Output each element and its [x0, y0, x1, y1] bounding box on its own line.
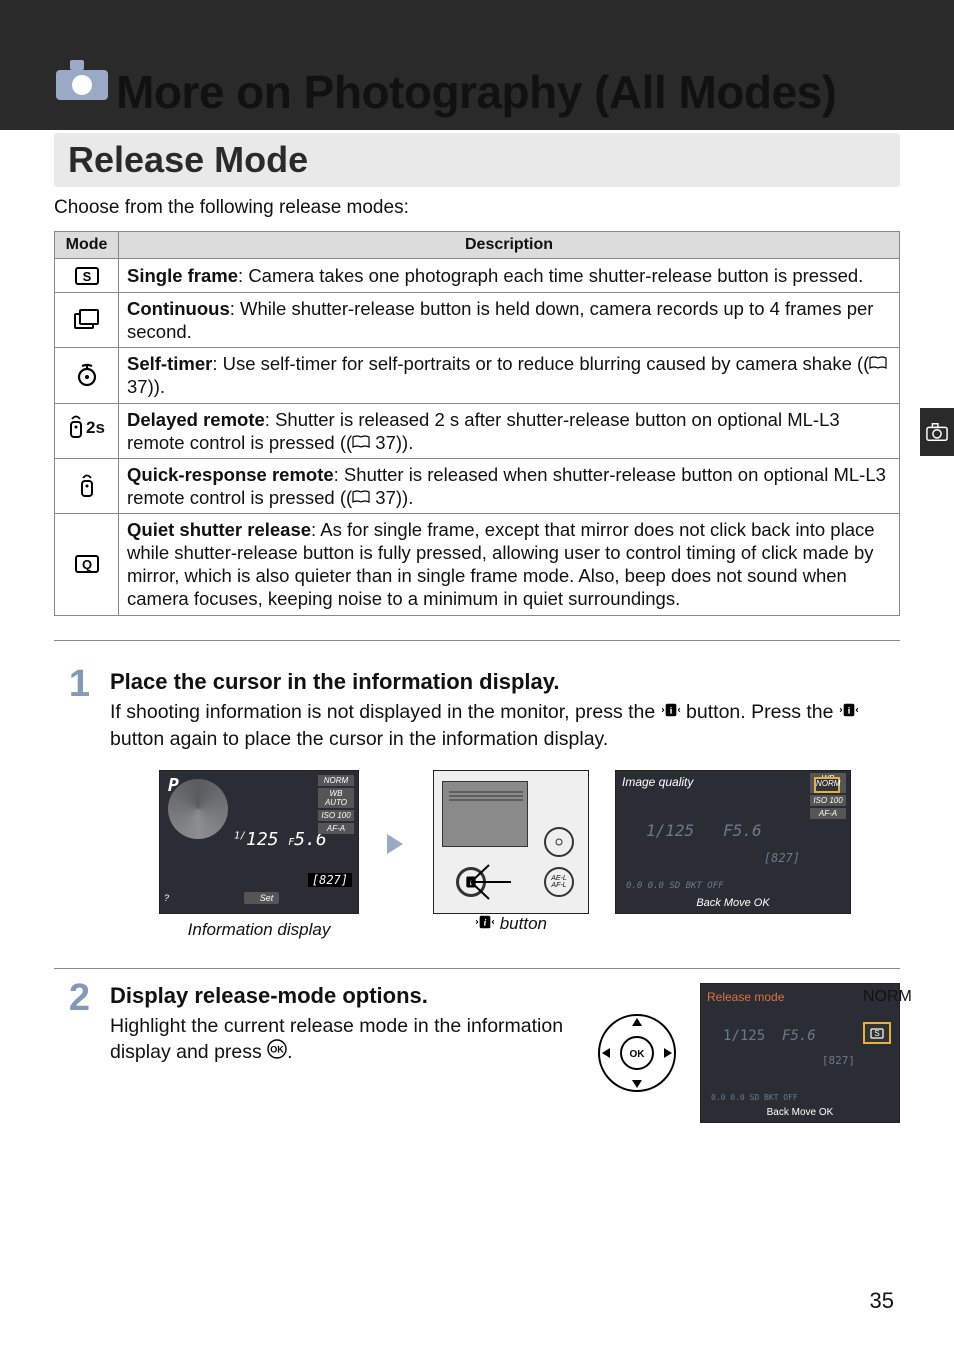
mode-icon-self-timer	[55, 348, 119, 403]
step-text-part: button. Press the	[681, 701, 839, 723]
step-2: 2 Display release-mode options. Highligh…	[54, 968, 900, 1151]
step-text-part: button again to place the cursor in the …	[110, 728, 608, 750]
lcd3-shutter: 1/125	[723, 1028, 765, 1044]
step-number: 2	[54, 979, 90, 1119]
mode-description: Continuous: While shutter-release button…	[119, 293, 900, 348]
figure-info-button: i AE-LAF-L i button	[433, 770, 589, 935]
figure-caption: i button	[475, 914, 547, 933]
svg-text:Q: Q	[81, 557, 91, 572]
figure-release-mode-display: Release mode 1/125 F5.6 [827] S NORM 0.0…	[700, 983, 900, 1123]
camera-icon	[54, 58, 110, 107]
mode-icon-single-frame: S	[55, 259, 119, 293]
info-button-icon: i	[661, 699, 681, 725]
lcd-shutter: 1/125 F5.6	[234, 829, 327, 850]
mode-icon-quick-remote	[55, 458, 119, 513]
step-1: 1 Place the cursor in the information di…	[54, 655, 900, 968]
table-row: S Single frame: Camera takes one photogra…	[55, 259, 900, 293]
svg-text:i: i	[669, 706, 672, 717]
lcd2-header: Image quality	[622, 775, 693, 789]
svg-text:i: i	[848, 706, 851, 717]
lcd2-footer: Back Move OK	[616, 897, 850, 909]
mode-description: Single frame: Camera takes one photograp…	[119, 259, 900, 293]
lcd-setting-pill: AF-A	[318, 823, 354, 834]
svg-text:S: S	[874, 1029, 879, 1038]
mode-description: Delayed remote: Shutter is released 2 s …	[119, 403, 900, 458]
mode-description: Quiet shutter release: As for single fra…	[119, 514, 900, 616]
lcd-setting-pill: NORM	[318, 775, 354, 786]
mode-description: Quick-response remote: Shutter is releas…	[119, 458, 900, 513]
chapter-title: More on Photography (All Modes)	[116, 69, 836, 115]
table-header-mode: Mode	[55, 232, 119, 259]
lcd3-shots: [827]	[822, 1054, 855, 1067]
ok-button-icon: OK	[267, 1039, 287, 1066]
figure-caption: Information display	[188, 920, 331, 939]
lcd3-header: Release mode	[707, 990, 784, 1004]
ael-afl-button-icon: AE-LAF-L	[544, 867, 574, 897]
svg-text:i: i	[484, 917, 487, 928]
intro-text: Choose from the following release modes:	[54, 197, 900, 219]
page-number: 35	[870, 1288, 894, 1314]
svg-text:OK: OK	[630, 1049, 646, 1060]
lcd3-bottom-icons: 0.0 0.0 SD BKT OFF	[711, 1093, 798, 1102]
lcd2-shutter: 1/125	[646, 821, 694, 840]
release-mode-table: Mode Description S Single frame: Camera t…	[54, 231, 900, 616]
lcd3-aperture: F5.6	[782, 1028, 816, 1044]
lcd-setting-pill: NORM	[863, 988, 895, 1006]
section-title-bar: Release Mode	[54, 133, 900, 187]
arrow-right-icon	[385, 770, 407, 918]
mode-icon-quiet: Q	[55, 514, 119, 616]
svg-text:OK: OK	[270, 1045, 284, 1055]
lcd-setting-pill: AF-A	[810, 808, 846, 819]
figure-information-display: P 1/125 F5.6 NORMWB AUTOISO 100AF-A [827…	[159, 770, 359, 940]
table-row: Self-timer: Use self-timer for self-port…	[55, 348, 900, 403]
step-text: If shooting information is not displayed…	[110, 699, 900, 752]
table-row: Q Quiet shutter release: As for single fr…	[55, 514, 900, 616]
lcd-help-icon: ?	[164, 893, 169, 903]
svg-text:S: S	[82, 269, 91, 284]
lcd2-shots: [827]	[764, 851, 800, 865]
lcd-setting-pill: ISO 100	[810, 795, 846, 806]
step-number: 1	[54, 665, 90, 936]
lcd-setting-pill: ISO 100	[318, 810, 354, 821]
info-button-icon: i	[839, 699, 859, 725]
lcd2-selected-quality: NORM	[814, 777, 840, 793]
lcd2-bottom-icons: 0.0 0.0 SD BKT OFF	[626, 881, 724, 891]
table-row: Quick-response remote: Shutter is releas…	[55, 458, 900, 513]
figure-info-display-2: Image quality 1/125 F5.6 [827] WB AUTOIS…	[615, 770, 851, 920]
step-heading: Display release-mode options.	[110, 983, 574, 1009]
step-heading: Place the cursor in the information disp…	[110, 669, 900, 695]
step-text-part: .	[287, 1041, 292, 1063]
lcd-shots-remaining: [827]	[308, 873, 352, 887]
info-button-icon: i	[475, 914, 495, 935]
lcd-setting-pill: WB AUTO	[318, 788, 354, 808]
lcd2-aperture: F5.6	[723, 821, 762, 840]
mode-icon-delayed-remote: 2s	[55, 403, 119, 458]
mode-icon-continuous	[55, 293, 119, 348]
table-row: 2sDelayed remote: Shutter is released 2 …	[55, 403, 900, 458]
camera-back-screen	[442, 781, 528, 847]
step-text-part: If shooting information is not displayed…	[110, 701, 661, 723]
section-title: Release Mode	[68, 139, 886, 181]
lcd3-footer: Back Move OK	[701, 1107, 899, 1118]
table-header-description: Description	[119, 232, 900, 259]
lcd3-selected-release-mode: S	[863, 1022, 891, 1044]
multi-selector-icon	[544, 827, 574, 857]
step-text-part: Highlight the current release mode in th…	[110, 1015, 563, 1063]
lcd-set-pill: Set	[244, 892, 280, 904]
divider	[54, 640, 900, 641]
table-row: Continuous: While shutter-release button…	[55, 293, 900, 348]
multi-selector-ok-icon: OK	[596, 983, 678, 1123]
step-text: Highlight the current release mode in th…	[110, 1013, 574, 1067]
mode-description: Self-timer: Use self-timer for self-port…	[119, 348, 900, 403]
